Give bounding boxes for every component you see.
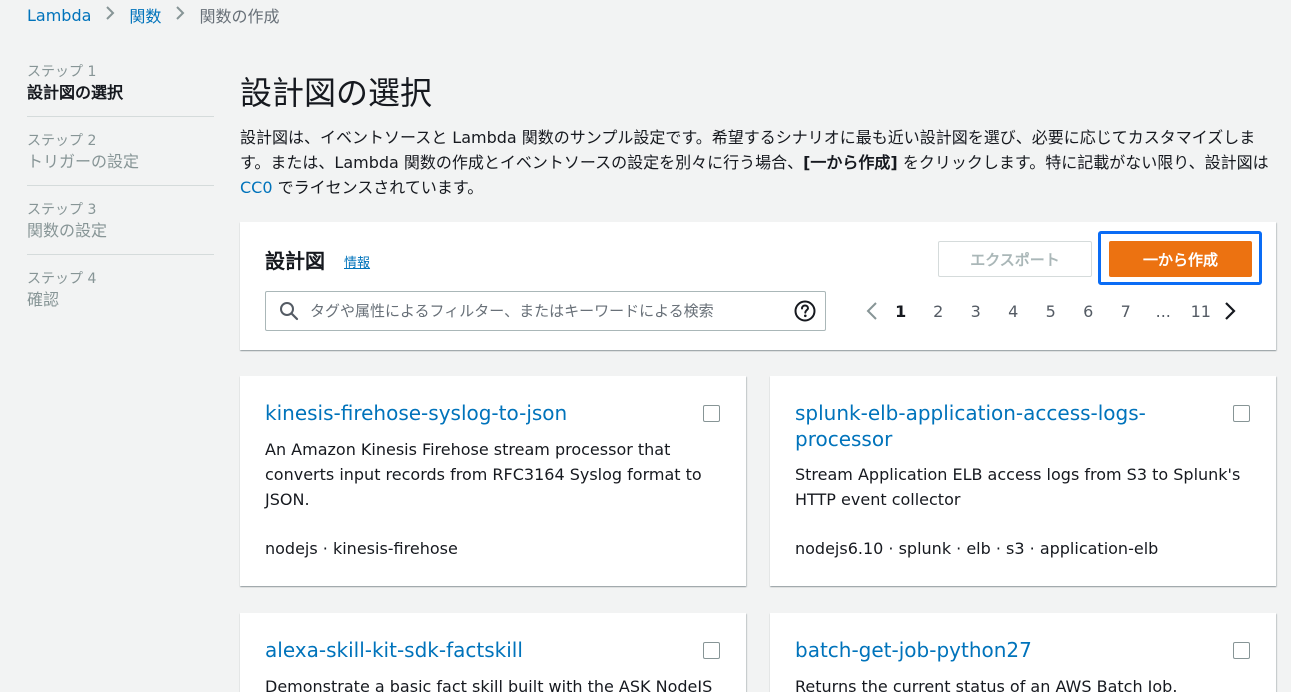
- breadcrumb-current: 関数の作成: [199, 7, 280, 26]
- step-number: ステップ 4: [27, 271, 97, 287]
- blueprint-checkbox[interactable]: [1233, 642, 1250, 659]
- step-number: ステップ 2: [27, 133, 97, 149]
- export-button[interactable]: エクスポート: [938, 241, 1092, 277]
- panel-title: 設計図: [265, 249, 325, 273]
- pagination: 1 2 3 4 5 6 7 ... 11: [862, 294, 1240, 328]
- wizard-steps: ステップ 1 設計図の選択 ステップ 2 トリガーの設定 ステップ 3 関数の設…: [27, 62, 214, 337]
- blueprint-tags: nodejs · kinesis-firehose: [265, 539, 458, 558]
- description-text: をクリックします。特に記載がない限り、設計図は: [897, 153, 1269, 172]
- page-5[interactable]: 5: [1032, 302, 1070, 321]
- page-7[interactable]: 7: [1107, 302, 1145, 321]
- search-icon: [279, 301, 299, 321]
- blueprint-card[interactable]: alexa-skill-kit-sdk-factskill Demonstrat…: [240, 613, 746, 692]
- page-11[interactable]: 11: [1182, 302, 1220, 321]
- blueprint-checkbox[interactable]: [1233, 405, 1250, 422]
- step-1: ステップ 1 設計図の選択: [27, 62, 214, 117]
- step-number: ステップ 1: [27, 64, 97, 80]
- blueprint-description: Stream Application ELB access logs from …: [795, 465, 1241, 509]
- page-1[interactable]: 1: [882, 302, 920, 321]
- page-title: 設計図の選択: [240, 74, 433, 112]
- blueprint-checkbox[interactable]: [703, 405, 720, 422]
- blueprint-checkbox[interactable]: [703, 642, 720, 659]
- breadcrumb-lambda[interactable]: Lambda: [27, 6, 91, 25]
- blueprint-title[interactable]: splunk-elb-application-access-logs-proce…: [795, 400, 1215, 452]
- blueprint-card[interactable]: kinesis-firehose-syslog-to-json An Amazo…: [240, 376, 746, 586]
- blueprint-card[interactable]: splunk-elb-application-access-logs-proce…: [770, 376, 1276, 586]
- blueprint-title[interactable]: alexa-skill-kit-sdk-factskill: [265, 637, 685, 663]
- step-4: ステップ 4 確認: [27, 269, 214, 323]
- breadcrumb-functions[interactable]: 関数: [129, 3, 161, 27]
- chevron-right-icon: [105, 5, 115, 25]
- page-4[interactable]: 4: [995, 302, 1033, 321]
- author-from-scratch-button[interactable]: 一から作成: [1109, 241, 1252, 277]
- description-create-ref: [一から作成]: [803, 153, 898, 172]
- step-2: ステップ 2 トリガーの設定: [27, 131, 214, 186]
- step-label: 設計図の選択: [27, 83, 124, 102]
- page-description: 設計図は、イベントソースと Lambda 関数のサンプル設定です。希望するシナリ…: [240, 125, 1276, 200]
- help-icon[interactable]: [794, 300, 816, 322]
- step-label: トリガーの設定: [27, 152, 140, 171]
- info-link[interactable]: 情報: [344, 252, 370, 271]
- blueprints-panel: 設計図 情報 エクスポート 一から作成 1 2 3 4 5 6 7 ...: [240, 222, 1276, 350]
- blueprint-title[interactable]: kinesis-firehose-syslog-to-json: [265, 400, 685, 426]
- search-input[interactable]: [310, 302, 794, 320]
- step-label: 確認: [27, 290, 60, 309]
- page-6[interactable]: 6: [1070, 302, 1108, 321]
- blueprint-description: An Amazon Kinesis Firehose stream proces…: [265, 440, 702, 509]
- breadcrumb: Lambda 関数 関数の作成: [27, 3, 280, 27]
- page-3[interactable]: 3: [957, 302, 995, 321]
- chevron-right-icon: [175, 5, 185, 25]
- blueprint-tags: nodejs6.10 · splunk · elb · s3 · applica…: [795, 539, 1159, 558]
- blueprint-card[interactable]: batch-get-job-python27 Returns the curre…: [770, 613, 1276, 692]
- step-label: 関数の設定: [27, 221, 108, 240]
- blueprint-description: Demonstrate a basic fact skill built wit…: [265, 677, 713, 692]
- page-2[interactable]: 2: [920, 302, 958, 321]
- step-number: ステップ 3: [27, 202, 97, 218]
- page-ellipsis: ...: [1155, 301, 1171, 321]
- description-text: でライセンスされています。: [272, 178, 484, 197]
- chevron-right-icon[interactable]: [1220, 301, 1240, 321]
- step-3: ステップ 3 関数の設定: [27, 200, 214, 255]
- search-box: [265, 291, 826, 331]
- blueprint-description: Returns the current status of an AWS Bat…: [795, 677, 1178, 692]
- blueprint-title[interactable]: batch-get-job-python27: [795, 637, 1215, 663]
- chevron-left-icon[interactable]: [862, 301, 882, 321]
- cc0-license-link[interactable]: CC0: [240, 178, 273, 197]
